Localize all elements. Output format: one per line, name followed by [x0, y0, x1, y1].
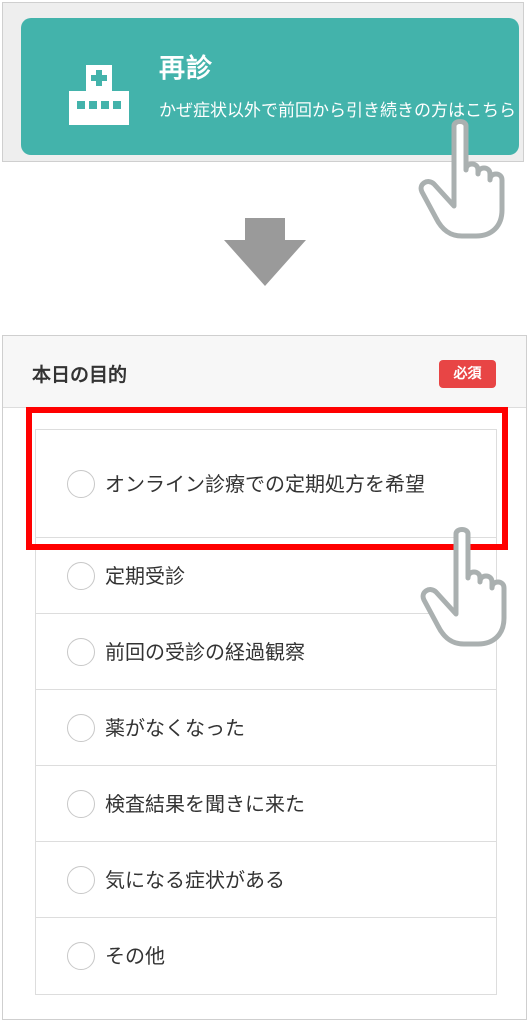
- option-label: 定期受診: [105, 563, 185, 588]
- option-label: 薬がなくなった: [105, 715, 245, 740]
- option-item[interactable]: 検査結果を聞きに来た: [36, 766, 496, 842]
- option-item[interactable]: その他: [36, 918, 496, 994]
- radio-circle-icon[interactable]: [67, 865, 95, 894]
- option-item[interactable]: 薬がなくなった: [36, 690, 496, 766]
- radio-circle-icon[interactable]: [67, 561, 95, 590]
- card-body: オンライン診療での定期処方を希望 定期受診 前回の受診の経過観察 薬がなくなった…: [3, 408, 526, 1019]
- option-label: 前回の受診の経過観察: [105, 639, 305, 664]
- radio-circle-icon[interactable]: [67, 469, 95, 498]
- purpose-option-list: オンライン診療での定期処方を希望 定期受診 前回の受診の経過観察 薬がなくなった…: [35, 429, 497, 995]
- option-label: 気になる症状がある: [105, 867, 285, 892]
- radio-circle-icon[interactable]: [67, 637, 95, 666]
- pointing-hand-icon: [420, 527, 507, 647]
- option-label: その他: [105, 944, 165, 968]
- option-item[interactable]: 気になる症状がある: [36, 842, 496, 918]
- revisit-title: 再診: [159, 54, 214, 84]
- purpose-form-card: 本日の目的 必須 オンライン診療での定期処方を希望 定期受診 前回の受診の経過観…: [2, 335, 527, 1020]
- hospital-icon: [69, 65, 129, 125]
- option-label: 検査結果を聞きに来た: [105, 791, 305, 816]
- option-item[interactable]: オンライン診療での定期処方を希望: [36, 430, 496, 538]
- required-badge: 必須: [439, 360, 496, 388]
- radio-circle-icon[interactable]: [67, 713, 95, 742]
- option-label: オンライン診療での定期処方を希望: [105, 471, 425, 496]
- card-header: 本日の目的 必須: [3, 336, 526, 408]
- radio-circle-icon[interactable]: [67, 942, 95, 970]
- card-title: 本日の目的: [32, 364, 128, 386]
- down-arrow-icon: [224, 218, 306, 286]
- radio-circle-icon[interactable]: [67, 789, 95, 818]
- pointing-hand-icon: [418, 119, 505, 239]
